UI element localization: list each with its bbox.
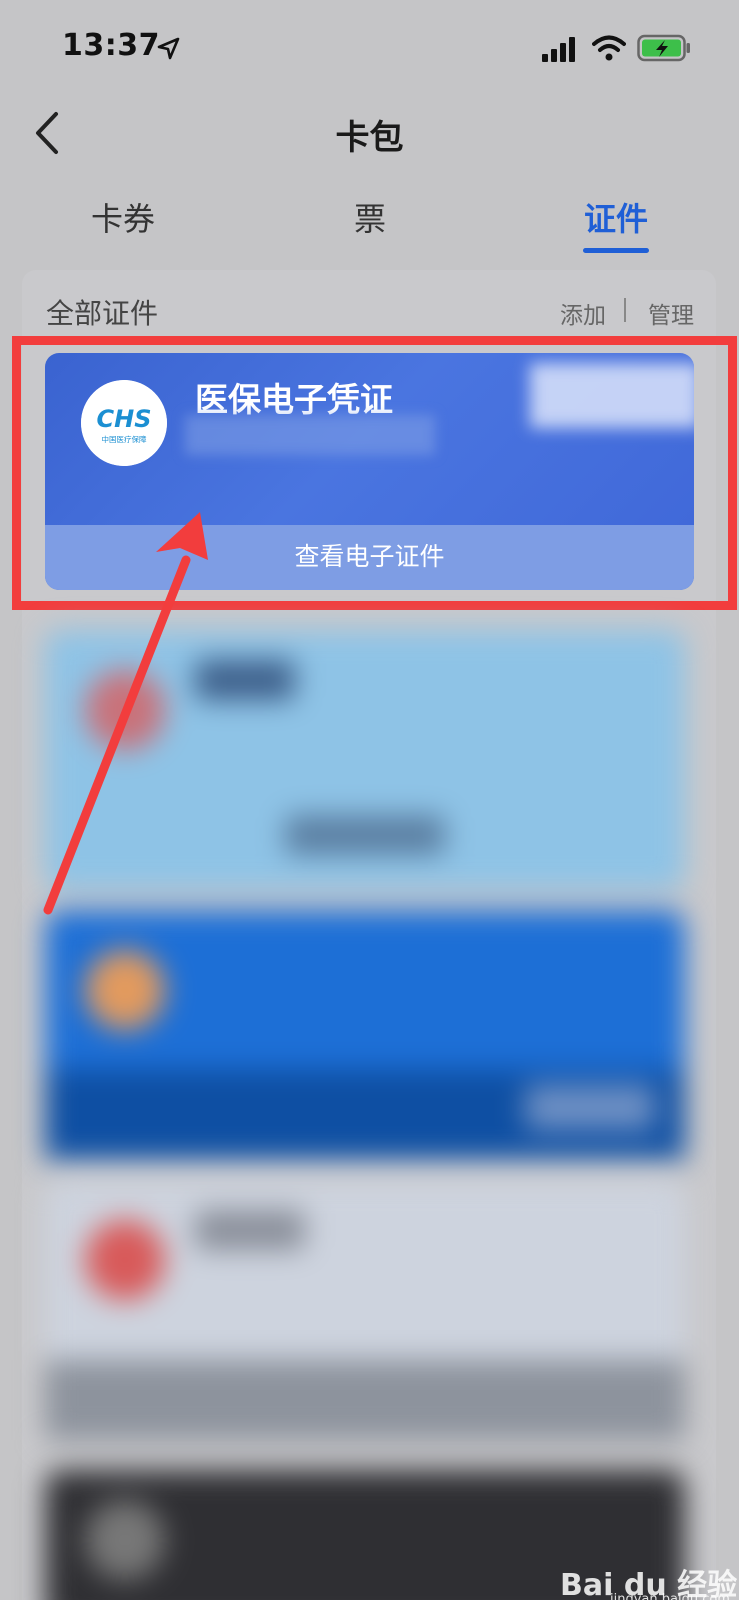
blurred-card-3[interactable] [45, 910, 685, 1160]
blurred-card-4[interactable] [45, 1180, 685, 1440]
watermark-url: jingyan.baidu.com [610, 1592, 730, 1600]
add-button[interactable]: 添加 [560, 296, 606, 330]
svg-text:中国医疗保障: 中国医疗保障 [102, 434, 147, 444]
card-title: 医保电子凭证 [195, 380, 393, 419]
tab-certificates[interactable]: 证件 [536, 194, 696, 240]
divider [624, 298, 626, 322]
blurred-corner-info [530, 363, 694, 428]
active-tab-indicator [583, 248, 649, 253]
manage-button[interactable]: 管理 [648, 296, 694, 330]
tab-bar: 卡券 票 证件 [0, 190, 739, 260]
page-title: 卡包 [335, 118, 404, 158]
wifi-icon [592, 35, 626, 61]
status-bar: 13:37 [0, 0, 739, 96]
battery-charging-icon [637, 34, 690, 62]
location-arrow-icon [157, 37, 180, 60]
section-title: 全部证件 [46, 297, 159, 330]
medical-insurance-card[interactable]: CHS 中国医疗保障 医保电子凭证 查看电子证件 [45, 353, 694, 590]
blurred-card-2[interactable] [45, 630, 685, 890]
signal-icon [542, 37, 575, 62]
status-time: 13:37 [62, 28, 160, 63]
tab-coupons[interactable]: 卡券 [43, 194, 203, 240]
svg-text:CHS: CHS [97, 405, 152, 433]
view-certificate-button[interactable]: 查看电子证件 [45, 537, 694, 573]
chs-logo-icon: CHS 中国医疗保障 [81, 380, 167, 466]
blurred-id-number [185, 415, 435, 455]
tab-tickets[interactable]: 票 [290, 194, 450, 240]
nav-bar: 卡包 [0, 96, 739, 176]
